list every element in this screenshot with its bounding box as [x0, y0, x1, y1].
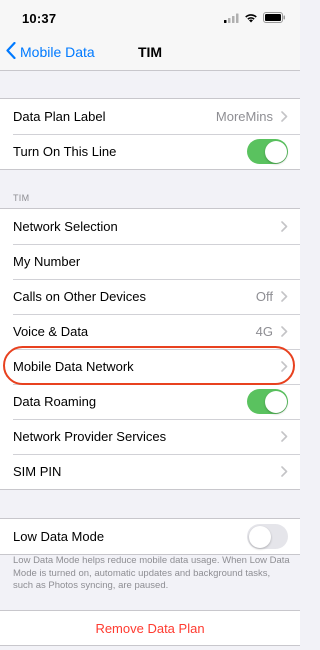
remove-data-plan-button[interactable]: Remove Data Plan — [0, 610, 300, 646]
data-plan-label-value: MoreMins — [215, 109, 273, 124]
signal-icon — [224, 10, 239, 28]
chevron-right-icon — [281, 466, 288, 477]
chevron-right-icon — [281, 326, 288, 337]
chevron-right-icon — [281, 111, 288, 122]
network-selection-label: Network Selection — [13, 219, 118, 234]
data-roaming-row: Data Roaming — [0, 384, 300, 419]
turn-on-line-label: Turn On This Line — [13, 144, 117, 159]
low-data-mode-toggle[interactable] — [247, 524, 288, 549]
calls-other-devices-row[interactable]: Calls on Other Devices Off — [0, 279, 300, 314]
status-time: 10:37 — [22, 11, 57, 26]
data-plan-label-row[interactable]: Data Plan Label MoreMins — [0, 99, 300, 134]
mobile-data-network-row[interactable]: Mobile Data Network — [0, 349, 300, 384]
turn-on-line-row: Turn On This Line — [0, 134, 300, 169]
network-selection-row[interactable]: Network Selection — [0, 209, 300, 244]
section-header-tim: TIM — [13, 193, 30, 203]
calls-other-devices-value: Off — [255, 289, 273, 304]
settings-screen: 10:37 Mobile Data TIM Data Plan Label Mo… — [0, 0, 300, 650]
mobile-data-network-label: Mobile Data Network — [13, 359, 134, 374]
data-roaming-label: Data Roaming — [13, 394, 97, 409]
network-provider-services-label: Network Provider Services — [13, 429, 167, 444]
wifi-icon — [244, 10, 258, 28]
low-data-mode-footer: Low Data Mode helps reduce mobile data u… — [13, 555, 290, 591]
low-data-mode-label: Low Data Mode — [13, 529, 105, 544]
sim-pin-row[interactable]: SIM PIN — [0, 454, 300, 489]
toggle-knob — [248, 525, 271, 548]
status-icons — [224, 10, 286, 28]
low-data-group: Low Data Mode — [0, 518, 300, 555]
sim-pin-label: SIM PIN — [13, 464, 62, 479]
voice-data-row[interactable]: Voice & Data 4G — [0, 314, 300, 349]
my-number-label: My Number — [13, 254, 81, 269]
chevron-right-icon — [281, 291, 288, 302]
network-provider-services-row[interactable]: Network Provider Services — [0, 419, 300, 454]
plan-group: Data Plan Label MoreMins Turn On This Li… — [0, 98, 300, 170]
data-plan-label-title: Data Plan Label — [13, 109, 106, 124]
tim-group: Network Selection My Number Calls on Oth… — [0, 208, 300, 490]
my-number-row[interactable]: My Number — [0, 244, 300, 279]
toggle-knob — [264, 390, 287, 413]
calls-other-devices-label: Calls on Other Devices — [13, 289, 146, 304]
toggle-knob — [264, 140, 287, 163]
low-data-mode-row: Low Data Mode — [0, 519, 300, 554]
turn-on-line-toggle[interactable] — [247, 139, 288, 164]
data-roaming-toggle[interactable] — [247, 389, 288, 414]
voice-data-label: Voice & Data — [13, 324, 89, 339]
battery-icon — [263, 10, 286, 28]
chevron-right-icon — [281, 361, 288, 372]
voice-data-value: 4G — [255, 324, 273, 339]
navigation-bar: Mobile Data TIM — [0, 34, 300, 71]
chevron-right-icon — [281, 431, 288, 442]
status-bar: 10:37 — [0, 0, 300, 34]
page-title: TIM — [137, 44, 163, 60]
chevron-right-icon — [281, 221, 288, 232]
